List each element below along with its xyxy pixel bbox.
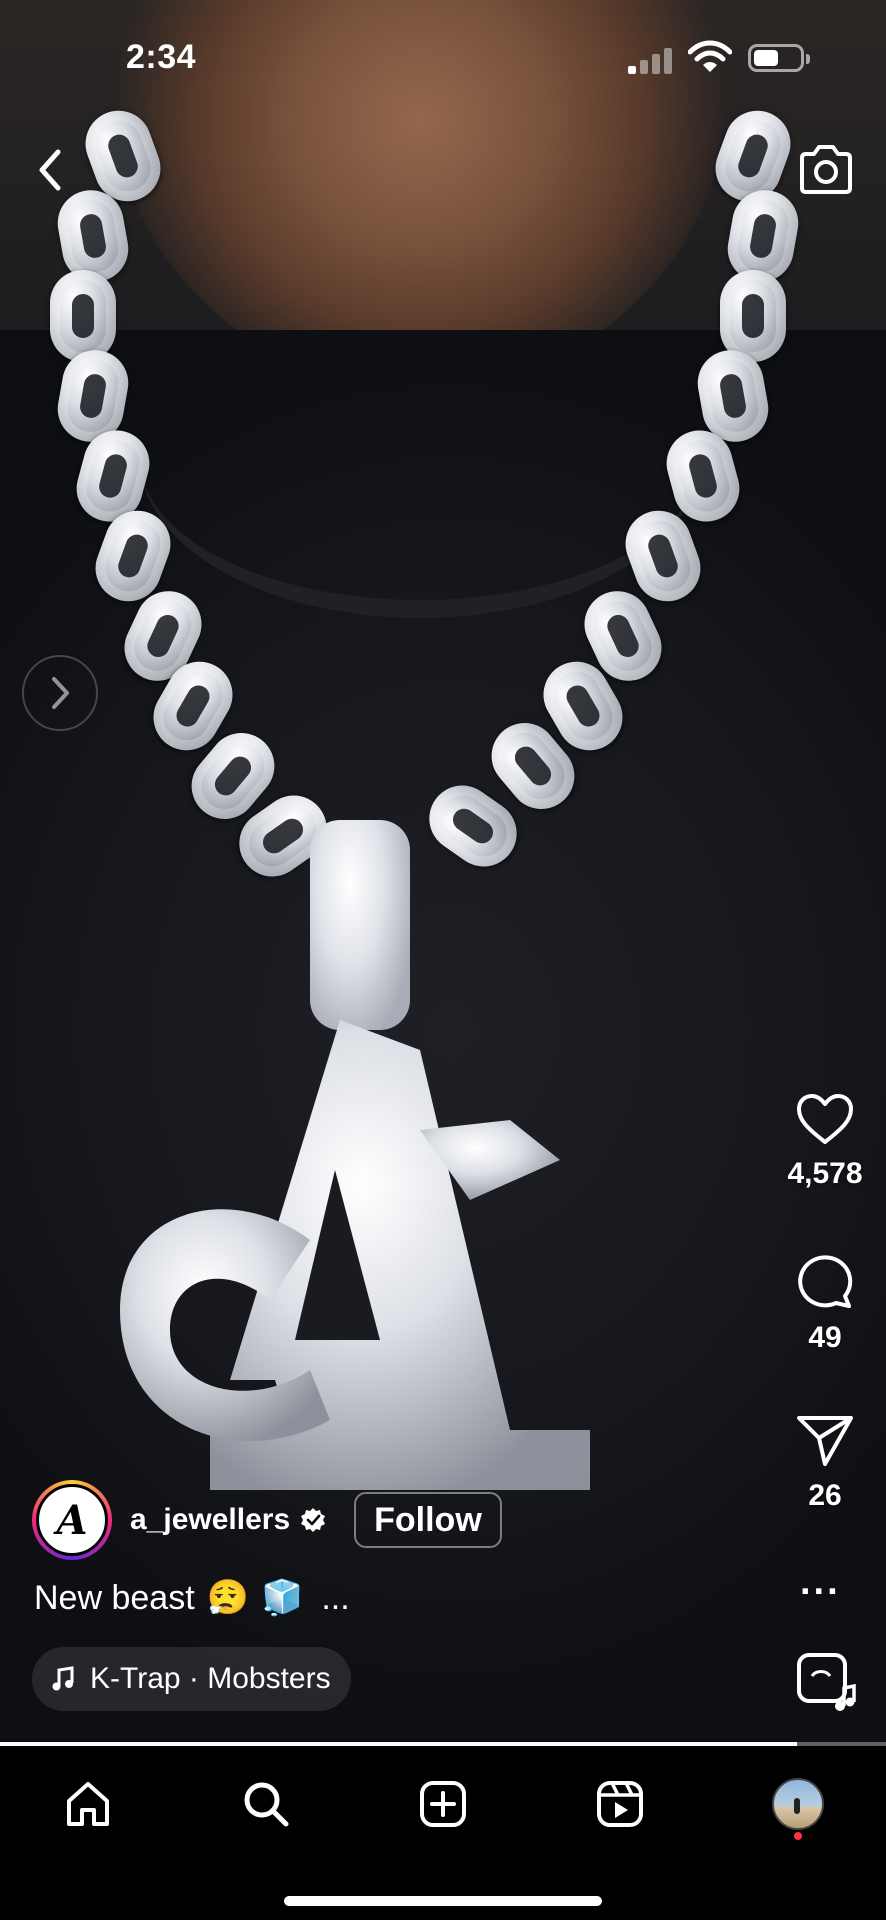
avatar[interactable]: A — [32, 1480, 112, 1560]
caption-text: New beast — [34, 1578, 195, 1617]
camera-icon[interactable] — [796, 142, 856, 198]
home-indicator — [284, 1896, 602, 1906]
status-bar: 2:34 — [0, 0, 886, 120]
notification-dot — [794, 1832, 802, 1840]
more-options-button[interactable]: ... — [800, 1563, 841, 1601]
tab-reels[interactable] — [590, 1774, 650, 1834]
audio-track-pill[interactable]: K-Trap · Mobsters — [32, 1647, 351, 1711]
comment-count: 49 — [808, 1321, 842, 1354]
letter-a-pendant — [90, 1010, 630, 1510]
tab-search[interactable] — [236, 1774, 296, 1834]
video-progress-bar[interactable] — [0, 1742, 886, 1746]
tab-home[interactable] — [58, 1774, 118, 1834]
follow-button[interactable]: Follow — [354, 1492, 502, 1548]
avatar-logo: A — [56, 1496, 88, 1544]
like-action[interactable]: 4,578 — [770, 1092, 880, 1191]
wifi-icon — [688, 40, 732, 72]
music-note-icon — [52, 1666, 74, 1691]
chain-link — [50, 270, 116, 362]
audio-track-name: K-Trap · Mobsters — [90, 1662, 331, 1695]
reels-icon — [597, 1781, 643, 1827]
caption-emoji: 😮‍💨 — [206, 1579, 249, 1617]
profile-avatar — [772, 1778, 824, 1830]
back-chevron-icon[interactable] — [28, 140, 72, 200]
comment-action[interactable]: 49 — [770, 1252, 880, 1355]
caption[interactable]: New beast 😮‍💨 🧊 ... — [34, 1578, 350, 1618]
caption-more[interactable]: ... — [321, 1579, 349, 1618]
next-media-button[interactable] — [22, 655, 98, 731]
share-count: 26 — [808, 1479, 842, 1512]
share-action[interactable]: 26 — [770, 1412, 880, 1513]
like-count: 4,578 — [787, 1157, 863, 1190]
status-time: 2:34 — [126, 38, 197, 76]
audio-page-icon[interactable] — [796, 1652, 858, 1714]
bottom-tab-bar — [0, 1748, 886, 1920]
chain-link — [720, 270, 786, 362]
tab-profile[interactable] — [768, 1774, 828, 1834]
cellular-signal-icon — [628, 46, 674, 74]
caption-emoji: 🧊 — [260, 1579, 304, 1617]
home-icon — [67, 1782, 109, 1826]
battery-icon — [748, 44, 810, 72]
verified-badge-icon — [301, 1508, 326, 1532]
pendant-bail — [310, 820, 410, 1030]
chevron-right-icon — [52, 677, 69, 709]
tab-create[interactable] — [413, 1774, 473, 1834]
paper-plane-icon[interactable] — [795, 1412, 855, 1468]
username[interactable]: a_jewellers — [130, 1503, 290, 1537]
search-icon — [244, 1782, 289, 1827]
heart-icon[interactable] — [795, 1092, 855, 1146]
shirt-collar — [140, 300, 700, 618]
comment-bubble-icon[interactable] — [795, 1252, 855, 1310]
account-row: A a_jewellers Follow — [32, 1480, 502, 1560]
video-progress-fill — [0, 1742, 798, 1746]
create-icon — [420, 1781, 466, 1827]
